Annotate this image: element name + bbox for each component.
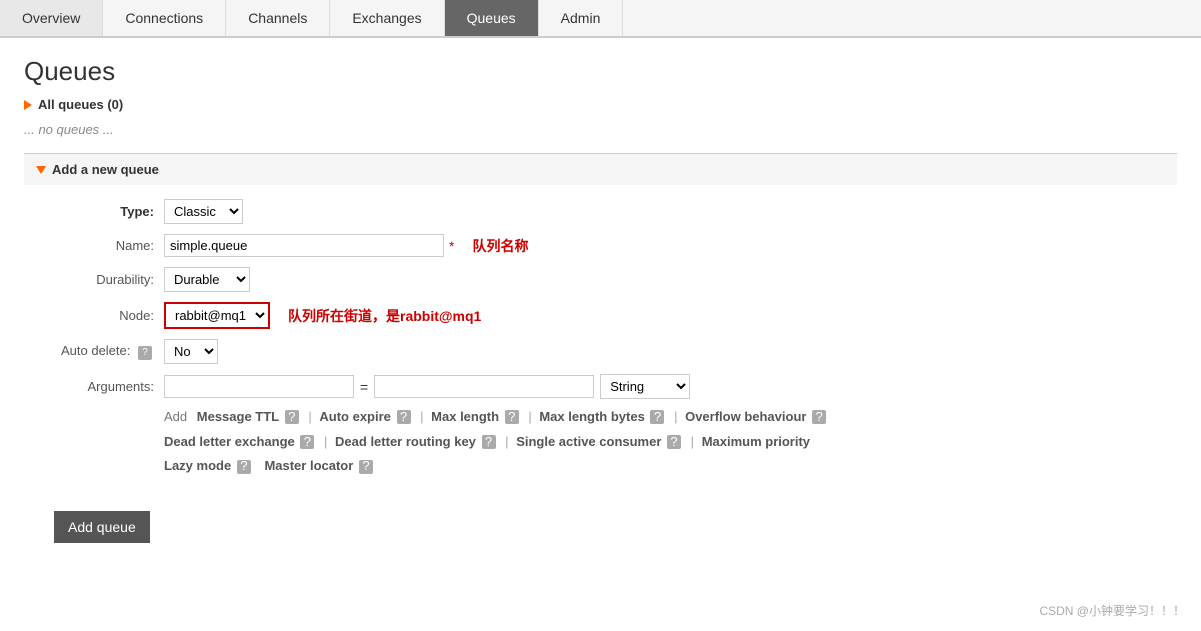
- all-queues-toggle[interactable]: All queues (0): [24, 97, 1177, 112]
- arg-auto-expire[interactable]: Auto expire: [319, 409, 391, 424]
- arg-overflow-behaviour[interactable]: Overflow behaviour: [685, 409, 806, 424]
- master-locator-help[interactable]: ?: [359, 460, 373, 474]
- add-queue-button[interactable]: Add queue: [54, 511, 150, 543]
- arg-max-length-bytes[interactable]: Max length bytes: [539, 409, 644, 424]
- arg-max-length[interactable]: Max length: [431, 409, 499, 424]
- add-queue-header-label: Add a new queue: [52, 162, 159, 177]
- arguments-value-input[interactable]: [374, 375, 594, 398]
- type-row: Type: Classic Quorum Stream: [54, 199, 1165, 224]
- arguments-type-select[interactable]: String Number Boolean: [600, 374, 690, 399]
- node-row: Node: rabbit@mq1 队列所在街道，是rabbit@mq1: [54, 302, 1165, 329]
- lazy-mode-help[interactable]: ?: [237, 460, 251, 474]
- name-input[interactable]: [164, 234, 444, 257]
- durability-row: Durability: Durable Transient: [54, 267, 1165, 292]
- type-select[interactable]: Classic Quorum Stream: [164, 199, 243, 224]
- all-queues-label: All queues (0): [38, 97, 123, 112]
- add-queue-header[interactable]: Add a new queue: [36, 162, 1165, 177]
- arg-dead-letter-exchange[interactable]: Dead letter exchange: [164, 434, 295, 449]
- message-ttl-help[interactable]: ?: [285, 410, 299, 424]
- footer-watermark: CSDN @小钟要学习！！！: [1039, 602, 1185, 619]
- auto-delete-select[interactable]: No Yes: [164, 339, 218, 364]
- no-queues-text: ... no queues ...: [24, 122, 1177, 137]
- durability-select[interactable]: Durable Transient: [164, 267, 250, 292]
- arg-master-locator[interactable]: Master locator: [264, 458, 353, 473]
- nav-channels[interactable]: Channels: [226, 0, 330, 36]
- auto-expire-help[interactable]: ?: [397, 410, 411, 424]
- node-label: Node:: [54, 308, 164, 323]
- name-row: Name: * 队列名称: [54, 234, 1165, 257]
- nav-queues[interactable]: Queues: [445, 0, 539, 36]
- node-select[interactable]: rabbit@mq1: [164, 302, 270, 329]
- eq-sign: =: [360, 379, 368, 395]
- add-queue-button-row: Add queue: [54, 495, 1165, 543]
- form-body: Type: Classic Quorum Stream Name: * 队列名称…: [24, 185, 1177, 547]
- expand-icon: [36, 166, 46, 174]
- arg-message-ttl[interactable]: Message TTL: [197, 409, 279, 424]
- add-label: Add: [164, 409, 187, 424]
- durability-label: Durability:: [54, 272, 164, 287]
- overflow-behaviour-help[interactable]: ?: [812, 410, 826, 424]
- arg-dead-letter-routing-key[interactable]: Dead letter routing key: [335, 434, 476, 449]
- arg-single-active-consumer[interactable]: Single active consumer: [516, 434, 661, 449]
- nav-admin[interactable]: Admin: [539, 0, 624, 36]
- add-queue-section: Add a new queue: [24, 153, 1177, 185]
- dead-letter-routing-key-help[interactable]: ?: [482, 435, 496, 449]
- page-title: Queues: [24, 56, 1177, 87]
- all-queues-section: All queues (0): [24, 97, 1177, 112]
- nav-exchanges[interactable]: Exchanges: [330, 0, 444, 36]
- queue-name-annotation: 队列名称: [472, 236, 528, 256]
- collapse-icon: [24, 100, 32, 110]
- node-annotation: 队列所在街道，是rabbit@mq1: [288, 306, 481, 326]
- required-star: *: [449, 238, 454, 254]
- name-label: Name:: [54, 238, 164, 253]
- top-nav: Overview Connections Channels Exchanges …: [0, 0, 1201, 38]
- argument-links: Add Message TTL ? | Auto expire ? | Max …: [164, 405, 1165, 479]
- auto-delete-row: Auto delete: ? No Yes: [54, 339, 1165, 364]
- arg-lazy-mode[interactable]: Lazy mode: [164, 458, 231, 473]
- arguments-key-input[interactable]: [164, 375, 354, 398]
- auto-delete-help[interactable]: ?: [138, 346, 152, 360]
- single-active-consumer-help[interactable]: ?: [667, 435, 681, 449]
- arguments-row: Arguments: = String Number Boolean: [54, 374, 1165, 399]
- max-length-help[interactable]: ?: [505, 410, 519, 424]
- max-length-bytes-help[interactable]: ?: [650, 410, 664, 424]
- type-label: Type:: [54, 204, 164, 219]
- arg-maximum-priority[interactable]: Maximum priority: [702, 434, 810, 449]
- dead-letter-exchange-help[interactable]: ?: [300, 435, 314, 449]
- arguments-label: Arguments:: [54, 379, 164, 394]
- page-content: Queues All queues (0) ... no queues ... …: [0, 38, 1201, 565]
- nav-overview[interactable]: Overview: [0, 0, 103, 36]
- nav-connections[interactable]: Connections: [103, 0, 226, 36]
- auto-delete-label: Auto delete: ?: [54, 343, 164, 360]
